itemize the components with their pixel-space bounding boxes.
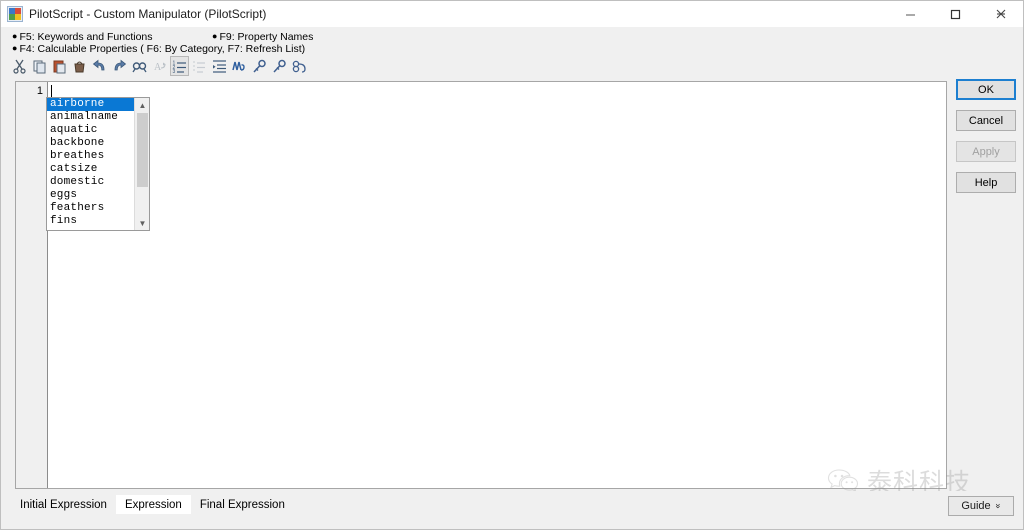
chevron-down-icon: » (993, 503, 1004, 509)
line-number-gutter: 1 (16, 82, 48, 488)
autocomplete-dropdown[interactable]: airborne animalname aquatic backbone bre… (46, 97, 150, 231)
bullet-glyph: ● (12, 43, 18, 53)
list-item[interactable]: breathes (47, 150, 134, 163)
bullet-glyph: ● (12, 31, 18, 41)
tab-expression-label: Expression (124, 498, 182, 511)
window-title: PilotScript - Custom Manipulator (PilotS… (29, 7, 267, 21)
cancel-button[interactable]: Cancel (956, 110, 1016, 131)
paste-icon[interactable] (50, 56, 69, 76)
tab-expression[interactable]: Expression (115, 495, 191, 514)
scroll-up-arrow-icon[interactable]: ▲ (135, 98, 149, 112)
window-controls (888, 1, 1023, 27)
cancel-button-label: Cancel (968, 114, 1004, 127)
tab-group: Initial Expression Expression Final Expr… (11, 495, 294, 514)
svg-text:A: A (154, 62, 162, 73)
tab-final-expression[interactable]: Final Expression (190, 495, 294, 514)
indent-icon[interactable] (210, 56, 229, 76)
dialog-button-column: OK Cancel Apply Help (956, 79, 1016, 203)
guide-button-label: Guide (961, 500, 991, 512)
list-item[interactable]: eggs (47, 189, 134, 202)
list-item[interactable]: airborne (47, 98, 134, 111)
scroll-down-arrow-icon[interactable]: ▼ (135, 216, 149, 230)
undo-icon[interactable] (90, 56, 109, 76)
apply-button-label: Apply (972, 145, 1000, 158)
line-number-1: 1 (36, 85, 43, 97)
list-item[interactable]: aquatic (47, 124, 134, 137)
close-icon[interactable] (978, 1, 1023, 27)
key-icon[interactable] (250, 56, 269, 76)
editor-toolbar: A 1 2 3 (1, 54, 1023, 78)
hint-property-names-label: F9: Property Names (219, 31, 314, 43)
ok-button[interactable]: OK (956, 79, 1016, 100)
cut-icon[interactable] (10, 56, 29, 76)
delete-icon[interactable] (70, 56, 89, 76)
key-alt-icon[interactable] (270, 56, 289, 76)
list-item[interactable]: backbone (47, 137, 134, 150)
replace-icon[interactable]: A (150, 56, 169, 76)
ok-button-label: OK (978, 83, 994, 96)
help-button-label: Help (974, 176, 998, 189)
svg-text:3: 3 (173, 69, 176, 74)
pilotscript-app-icon (7, 6, 23, 22)
list-item[interactable]: feathers (47, 202, 134, 215)
copy-icon[interactable] (30, 56, 49, 76)
scrollbar-thumb[interactable] (137, 113, 148, 187)
expression-editor-panel[interactable]: 1 (15, 81, 947, 489)
hint-property-names: ● F9: Property Names (212, 30, 313, 43)
title-bar[interactable]: PilotScript - Custom Manipulator (PilotS… (1, 1, 1023, 27)
tab-final-expression-label: Final Expression (199, 498, 285, 511)
expression-tab-bar: Initial Expression Expression Final Expr… (1, 491, 1023, 529)
guide-button[interactable]: Guide » (948, 496, 1014, 516)
list-item[interactable]: animalname (47, 111, 134, 124)
list-item[interactable]: domestic (47, 176, 134, 189)
minimize-icon[interactable] (888, 1, 933, 27)
bullet-glyph: ● (212, 31, 218, 41)
autocomplete-scrollbar[interactable]: ▲ ▼ (134, 98, 149, 230)
list-item[interactable]: fins (47, 215, 134, 228)
tab-initial-expression[interactable]: Initial Expression (11, 495, 116, 514)
check-syntax-icon[interactable] (230, 56, 249, 76)
code-input-area[interactable] (49, 82, 946, 488)
find-icon[interactable] (130, 56, 149, 76)
autocomplete-item-list: airborne animalname aquatic backbone bre… (47, 98, 134, 230)
help-button[interactable]: Help (956, 172, 1016, 193)
shortcut-hints: ● F5: Keywords and Functions ● F4: Calcula… (1, 27, 1023, 55)
maximize-icon[interactable] (933, 1, 978, 27)
line-numbers-icon[interactable]: 1 2 3 (170, 56, 189, 76)
redo-icon[interactable] (110, 56, 129, 76)
list-item[interactable]: catsize (47, 163, 134, 176)
pilotscript-dialog: PilotScript - Custom Manipulator (PilotS… (0, 0, 1024, 530)
apply-button[interactable]: Apply (956, 141, 1016, 162)
link-icon[interactable] (290, 56, 309, 76)
indent-guides-icon[interactable] (190, 56, 209, 76)
tab-initial-expression-label: Initial Expression (20, 498, 107, 511)
